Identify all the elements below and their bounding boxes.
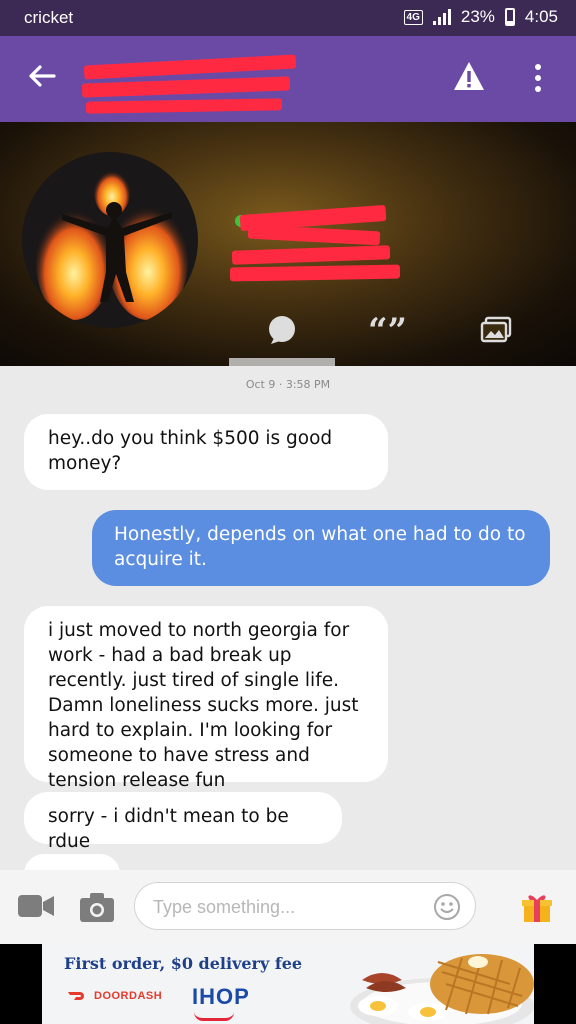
camera-icon[interactable]: [80, 892, 114, 926]
status-indicators: 4G 23% 4:05: [403, 7, 558, 27]
message-text: hey..do you think $500 is good money?: [48, 428, 333, 474]
quote-icon[interactable]: “”: [368, 311, 408, 351]
message-text: i just moved to north georgia for work -…: [48, 620, 359, 791]
composer-bar: [0, 870, 576, 944]
doordash-label: DOORDASH: [94, 990, 163, 1002]
carrier-label: cricket: [24, 8, 74, 27]
svg-text:“”: “”: [368, 314, 407, 344]
ad-content[interactable]: First order, $0 delivery fee DOORDASH IH…: [42, 944, 534, 1024]
incoming-message-partial[interactable]: [24, 854, 120, 870]
video-camera-icon[interactable]: [18, 892, 54, 924]
gift-icon[interactable]: [522, 892, 552, 928]
message-input[interactable]: [151, 893, 425, 921]
incoming-message[interactable]: i just moved to north georgia for work -…: [24, 606, 388, 791]
chat-area[interactable]: Oct 9 · 3:58 PM hey..do you think $500 i…: [0, 366, 576, 870]
app-bar: [0, 36, 576, 122]
incoming-message[interactable]: hey..do you think $500 is good money?: [24, 414, 388, 490]
message-text: sorry - i didn't mean to be rdue: [48, 806, 289, 852]
ad-banner[interactable]: First order, $0 delivery fee DOORDASH IH…: [0, 944, 576, 1024]
gallery-icon[interactable]: [480, 316, 512, 348]
clock: 4:05: [524, 7, 558, 26]
battery-percent: 23%: [460, 7, 495, 26]
ad-headline: First order, $0 delivery fee: [64, 954, 303, 973]
banner-scroll-indicator: [229, 358, 335, 366]
avatar[interactable]: [22, 152, 198, 328]
battery-icon: [504, 8, 515, 26]
food-image: [342, 944, 534, 1024]
message-text: Honestly, depends on what one had to do …: [114, 524, 526, 570]
signal-icon: [432, 9, 451, 25]
chat-bubble-icon[interactable]: [266, 314, 298, 350]
status-bar: cricket 4G 23% 4:05: [0, 0, 576, 36]
incoming-message[interactable]: sorry - i didn't mean to be rdue: [24, 792, 342, 852]
doordash-logo: DOORDASH: [68, 990, 162, 1002]
profile-banner: “”: [0, 122, 576, 366]
message-input-box[interactable]: [134, 882, 476, 930]
message-timestamp: Oct 9 · 3:58 PM: [245, 378, 331, 391]
back-arrow-icon[interactable]: [26, 60, 58, 99]
emoji-icon[interactable]: [433, 893, 461, 925]
network-type-icon: 4G: [403, 9, 423, 25]
ihop-smile: [194, 1012, 234, 1021]
report-warning-icon[interactable]: [452, 60, 486, 96]
more-options-icon[interactable]: [530, 60, 546, 96]
outgoing-message[interactable]: Honestly, depends on what one had to do …: [92, 510, 550, 586]
ihop-logo: IHOP: [192, 984, 250, 1009]
